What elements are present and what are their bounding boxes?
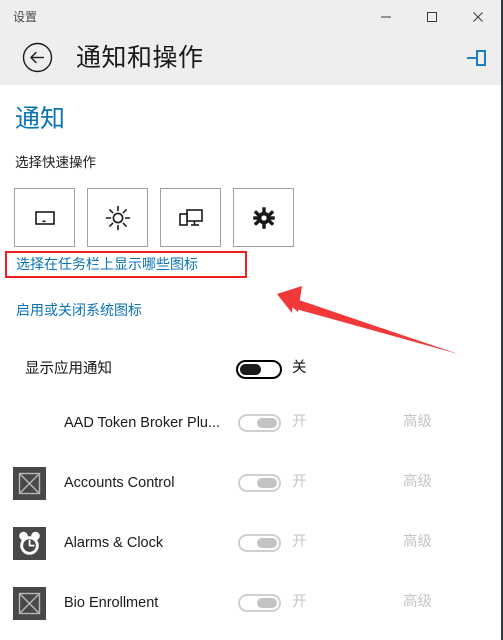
app-icon-placeholder: [13, 467, 46, 500]
alarm-clock-icon: [19, 531, 40, 555]
app-name: Bio Enrollment: [64, 595, 159, 611]
app-advanced-link[interactable]: 高级: [403, 470, 432, 494]
toggle-knob: [240, 364, 261, 375]
app-toggle-state: 开: [292, 474, 307, 490]
app-notification-toggle[interactable]: [238, 414, 281, 432]
window-controls: [363, 0, 501, 33]
quick-action-settings[interactable]: [233, 188, 294, 247]
master-toggle-label: 显示应用通知: [25, 361, 112, 377]
link-system-icons-toggle[interactable]: 启用或关闭系统图标: [16, 300, 142, 320]
app-toggle-state: 开: [292, 594, 307, 610]
toggle-knob: [257, 478, 277, 488]
toggle-knob: [257, 538, 277, 548]
link-choose-taskbar-icons[interactable]: 选择在任务栏上显示哪些图标: [16, 254, 198, 274]
app-name: Alarms & Clock: [64, 535, 164, 551]
back-button[interactable]: [22, 42, 53, 73]
quick-action-tiles: [14, 188, 294, 247]
app-name: AAD Token Broker Plu...: [64, 415, 221, 431]
master-notification-row: 显示应用通知 关: [0, 355, 501, 389]
master-notification-toggle[interactable]: [236, 360, 282, 379]
close-button[interactable]: [455, 0, 501, 33]
content-panel: 通知 选择快速操作 选择在任务栏上显示哪些图标 启用或关闭系统图标 显示应用通知…: [0, 85, 501, 640]
app-advanced-link[interactable]: 高级: [403, 590, 432, 614]
page-title: 通知和操作: [76, 44, 204, 72]
minimize-button[interactable]: [363, 0, 409, 33]
quick-actions-label: 选择快速操作: [15, 155, 96, 170]
app-row-alarms-clock: Alarms & Clock 开 高级: [0, 521, 501, 581]
app-icon-placeholder: [13, 587, 46, 620]
placeholder-x-icon: [18, 472, 41, 495]
app-notification-toggle[interactable]: [238, 594, 281, 612]
quick-action-brightness[interactable]: [87, 188, 148, 247]
tablet-mode-icon: [34, 210, 55, 225]
app-notification-toggle[interactable]: [238, 474, 281, 492]
project-display-icon: [178, 208, 203, 226]
minimize-icon: [381, 16, 391, 17]
back-arrow-icon: [22, 42, 53, 73]
settings-window: 设置 通知和操作 通知 选择快速操作 选择在任务栏上显示哪些图标 启用或关闭系统…: [0, 0, 503, 640]
app-advanced-link[interactable]: 高级: [403, 410, 432, 434]
app-toggle-state: 开: [292, 534, 307, 550]
app-icon-alarms-clock: [13, 527, 46, 560]
settings-gear-icon: [252, 206, 275, 229]
quick-action-tablet-mode[interactable]: [14, 188, 75, 247]
app-row-accounts-control: Accounts Control 开 高级: [0, 461, 501, 521]
maximize-icon: [427, 11, 437, 22]
pin-button[interactable]: [463, 45, 491, 71]
close-icon: [473, 11, 483, 22]
quick-action-project[interactable]: [160, 188, 221, 247]
window-title: 设置: [13, 9, 38, 24]
toggle-knob: [257, 418, 277, 428]
placeholder-x-icon: [18, 592, 41, 615]
brightness-icon: [105, 205, 130, 230]
maximize-button[interactable]: [409, 0, 455, 33]
app-notification-toggle[interactable]: [238, 534, 281, 552]
pin-icon: [467, 50, 486, 66]
master-toggle-state: 关: [292, 360, 307, 376]
app-name: Accounts Control: [64, 475, 175, 491]
app-advanced-link[interactable]: 高级: [403, 530, 432, 554]
app-row-aad-token-broker: AAD Token Broker Plu... 开 高级: [0, 401, 501, 461]
app-row-bio-enrollment: Bio Enrollment 开 高级: [0, 581, 501, 640]
section-title-notifications: 通知: [15, 105, 66, 133]
title-bar: 设置: [0, 0, 501, 33]
app-toggle-state: 开: [292, 414, 307, 430]
toggle-knob: [257, 598, 277, 608]
